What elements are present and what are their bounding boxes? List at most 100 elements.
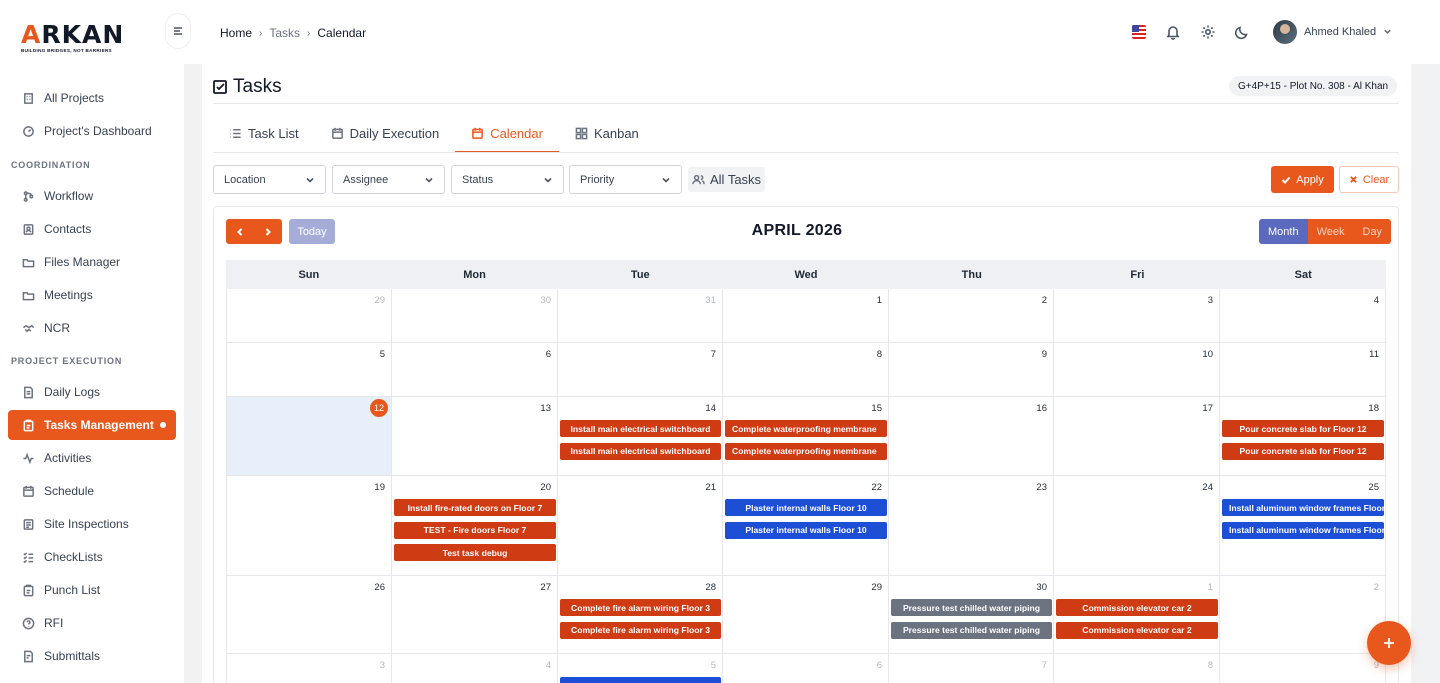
day-cell[interactable]: 13 — [392, 397, 558, 476]
day-cell[interactable]: 12 — [226, 397, 392, 476]
calendar-event[interactable]: Pour concrete slab for Floor 12 — [1222, 442, 1384, 460]
sidebar-item-contacts[interactable]: Contacts — [8, 214, 176, 244]
calendar-event[interactable]: Commission elevator car 2 — [1056, 621, 1218, 639]
previous-month-button[interactable] — [226, 219, 254, 244]
calendar-event[interactable]: Install main electrical switchboard — [560, 442, 721, 460]
day-cell[interactable]: 30 — [392, 289, 558, 343]
settings-button[interactable] — [1197, 21, 1219, 43]
sidebar-item-activities[interactable]: Activities — [8, 443, 176, 473]
breadcrumb-home[interactable]: Home — [220, 26, 252, 40]
sidebar-item-schedule[interactable]: Schedule — [8, 476, 176, 506]
day-cell[interactable]: 24 — [1054, 476, 1220, 576]
sidebar-item-all-projects[interactable]: All Projects — [8, 83, 176, 113]
user-menu[interactable]: Ahmed Khaled — [1273, 20, 1392, 44]
sidebar-item-daily-logs[interactable]: Daily Logs — [8, 377, 176, 407]
calendar-event[interactable] — [560, 677, 721, 683]
theme-toggle-button[interactable] — [1231, 21, 1253, 43]
apply-button[interactable]: Apply — [1271, 166, 1334, 193]
day-cell[interactable]: 23 — [889, 476, 1054, 576]
day-cell[interactable]: 7 — [558, 343, 723, 397]
calendar-event[interactable]: Pour concrete slab for Floor 12 — [1222, 420, 1384, 437]
sidebar-item-ncr[interactable]: NCR — [8, 313, 176, 343]
calendar-event[interactable]: Install aluminum window frames Floor 8 — [1222, 499, 1384, 516]
day-cell[interactable]: 16 — [889, 397, 1054, 476]
calendar-event[interactable]: TEST - Fire doors Floor 7 — [394, 521, 556, 539]
day-cell[interactable]: 9 — [1220, 654, 1386, 683]
day-cell[interactable]: 11 — [1220, 343, 1386, 397]
calendar-event[interactable]: Commission elevator car 2 — [1056, 599, 1218, 616]
calendar-event[interactable]: Install fire-rated doors on Floor 7 — [394, 499, 556, 516]
language-flag-icon[interactable] — [1132, 25, 1146, 39]
day-cell[interactable]: 6 — [392, 343, 558, 397]
sidebar-item-punch-list[interactable]: Punch List — [8, 575, 176, 605]
sidebar-item-site-inspections[interactable]: Site Inspections — [8, 509, 176, 539]
day-cell[interactable]: 29 — [723, 576, 889, 654]
all-tasks-toggle[interactable]: All Tasks — [688, 167, 766, 192]
ai-assistant-button[interactable] — [1367, 621, 1411, 665]
sidebar-collapse-button[interactable] — [166, 14, 190, 48]
calendar-event[interactable]: Test task debug — [394, 544, 556, 561]
breadcrumb-tasks[interactable]: Tasks — [269, 26, 300, 40]
day-cell[interactable]: 7 — [889, 654, 1054, 683]
status-filter-label: Status — [462, 173, 494, 186]
day-cell[interactable]: 3 — [226, 654, 392, 683]
day-cell[interactable]: 1 — [723, 289, 889, 343]
day-cell[interactable]: 3 — [1054, 289, 1220, 343]
view-week-button[interactable]: Week — [1307, 219, 1354, 244]
day-cell[interactable]: 21 — [558, 476, 723, 576]
tab-task-list[interactable]: Task List — [213, 115, 315, 153]
priority-filter[interactable]: Priority — [569, 165, 682, 194]
calendar-event[interactable]: Pressure test chilled water piping — [891, 621, 1052, 639]
day-cell[interactable]: 29 — [226, 289, 392, 343]
day-cell[interactable]: 10 — [1054, 343, 1220, 397]
sidebar-item-tasks-management[interactable]: Tasks Management — [8, 410, 176, 440]
calendar-event[interactable]: Complete fire alarm wiring Floor 3 — [560, 599, 721, 616]
tab-kanban[interactable]: Kanban — [559, 115, 655, 153]
calendar-event[interactable]: Complete fire alarm wiring Floor 3 — [560, 621, 721, 639]
calendar-event[interactable]: Plaster internal walls Floor 10 — [725, 521, 887, 539]
day-cell[interactable]: 2 — [889, 289, 1054, 343]
day-cell[interactable]: 17 — [1054, 397, 1220, 476]
day-cell[interactable]: 31 — [558, 289, 723, 343]
sidebar-item-meetings[interactable]: Meetings — [8, 280, 176, 310]
next-month-button[interactable] — [254, 219, 282, 244]
sidebar-item-workflow[interactable]: Workflow — [8, 181, 176, 211]
tab-calendar[interactable]: Calendar — [455, 115, 559, 153]
day-cell[interactable]: 26 — [226, 576, 392, 654]
day-number: 14 — [705, 403, 716, 414]
clear-button[interactable]: Clear — [1339, 166, 1399, 193]
assignee-filter[interactable]: Assignee — [332, 165, 445, 194]
sidebar-item-files-manager[interactable]: Files Manager — [8, 247, 176, 277]
status-filter[interactable]: Status — [451, 165, 564, 194]
day-cell[interactable]: 5 — [226, 343, 392, 397]
day-cell[interactable]: 19 — [226, 476, 392, 576]
day-cell[interactable]: 4 — [392, 654, 558, 683]
today-button[interactable]: Today — [289, 219, 335, 244]
sidebar-item-submittals[interactable]: Submittals — [8, 641, 176, 671]
day-number: 4 — [545, 660, 551, 671]
day-cell[interactable]: 6 — [723, 654, 889, 683]
sidebar-item-checklists[interactable]: CheckLists — [8, 542, 176, 572]
day-cell[interactable]: 9 — [889, 343, 1054, 397]
day-cell[interactable]: 27 — [392, 576, 558, 654]
view-day-button[interactable]: Day — [1353, 219, 1392, 244]
view-month-button[interactable]: Month — [1259, 219, 1308, 244]
calendar-icon — [21, 484, 35, 498]
calendar-event[interactable]: Install main electrical switchboard — [560, 420, 721, 437]
tab-daily-execution[interactable]: Daily Execution — [315, 115, 456, 153]
calendar-event[interactable]: Pressure test chilled water piping — [891, 599, 1052, 616]
calendar-event[interactable]: Plaster internal walls Floor 10 — [725, 499, 887, 516]
calendar-event[interactable]: Install aluminum window frames Floor 8 — [1222, 521, 1384, 539]
sidebar-item-project-s-dashboard[interactable]: Project's Dashboard — [8, 116, 176, 146]
calendar-event[interactable]: Complete waterproofing membrane — [725, 420, 887, 437]
day-cell[interactable]: 4 — [1220, 289, 1386, 343]
notifications-button[interactable] — [1162, 21, 1184, 43]
sidebar-item-label: NCR — [44, 321, 70, 335]
brand-logo[interactable]: ARKAN BUILDING BRIDGES, NOT BARRIERS — [21, 22, 131, 54]
day-cell[interactable]: 8 — [723, 343, 889, 397]
day-cell[interactable]: 2 — [1220, 576, 1386, 654]
sidebar-item-rfi[interactable]: RFI — [8, 608, 176, 638]
calendar-event[interactable]: Complete waterproofing membrane — [725, 442, 887, 460]
location-filter[interactable]: Location — [213, 165, 326, 194]
day-cell[interactable]: 8 — [1054, 654, 1220, 683]
